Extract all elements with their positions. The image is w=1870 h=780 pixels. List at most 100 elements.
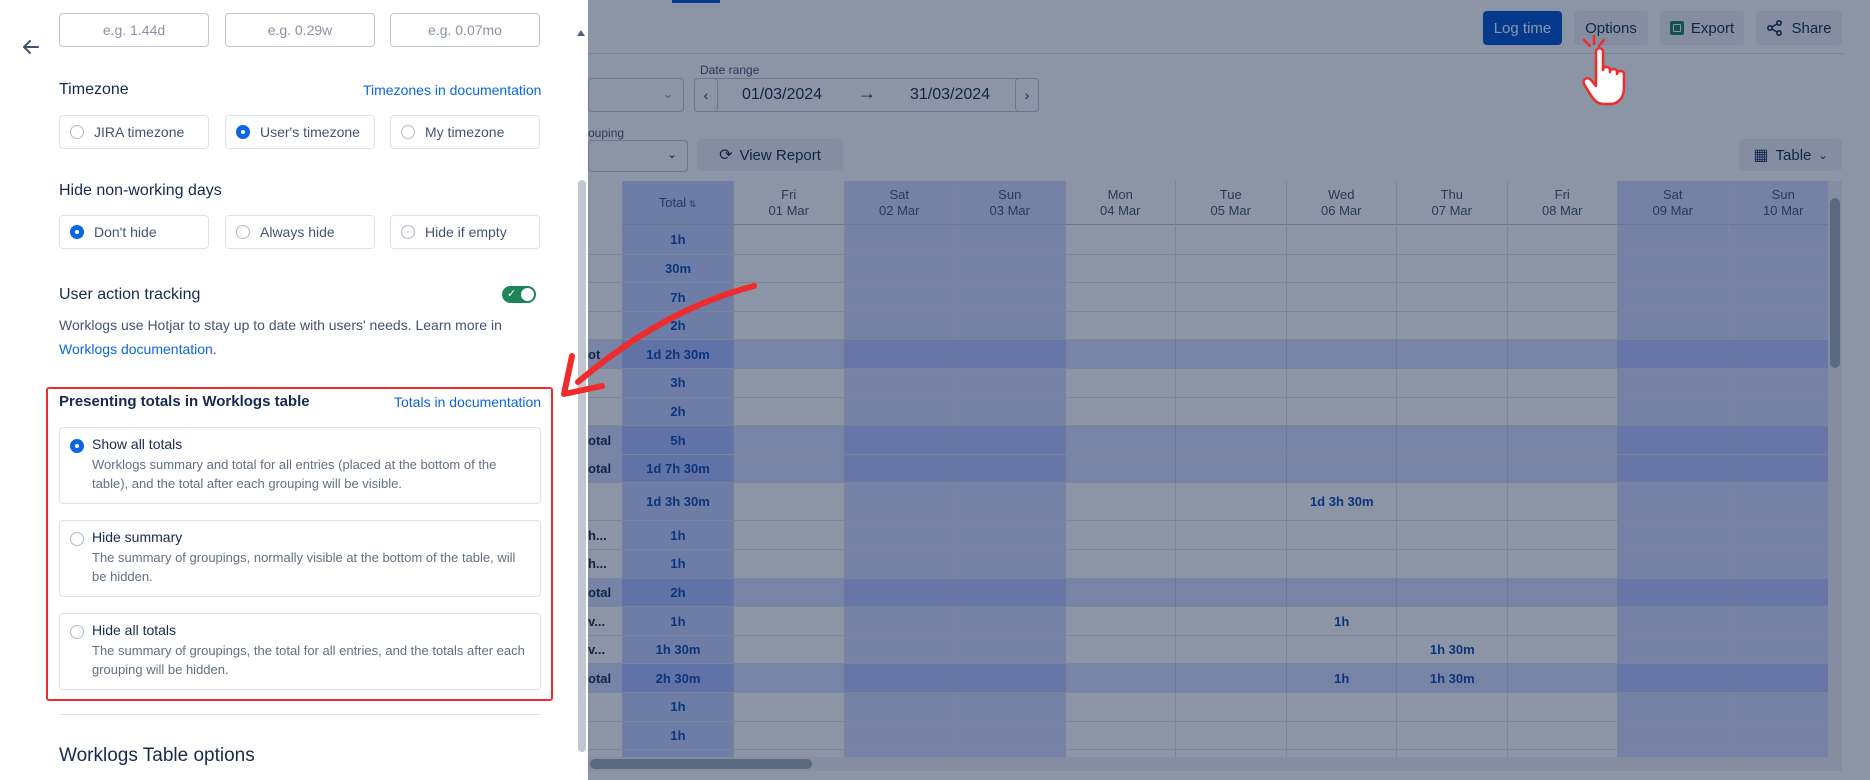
timezone-doc-link[interactable]: Timezones in documentation: [363, 82, 541, 98]
tracking-toggle[interactable]: ✓: [502, 286, 536, 303]
total-row: [588, 454, 1828, 484]
tracking-description: Worklogs use Hotjar to stay up to date w…: [59, 313, 539, 361]
day-column-header[interactable]: Sat 02 Mar: [844, 181, 954, 225]
grouping-select[interactable]: ⌄: [588, 140, 688, 172]
arrow-left-icon[interactable]: [18, 34, 44, 60]
worklogs-doc-link[interactable]: Worklogs documentation: [59, 341, 213, 357]
radio-option[interactable]: My timezone: [390, 115, 540, 149]
table-row: [588, 283, 1828, 312]
sheet-icon: [1669, 21, 1684, 35]
day-column-header[interactable]: Wed 06 Mar: [1286, 181, 1396, 225]
pointer-hand-icon: [1582, 34, 1626, 106]
day-cell: 1h 30m: [1429, 670, 1475, 686]
radio-empty-icon[interactable]: [70, 625, 84, 639]
radio-empty-icon[interactable]: [401, 225, 415, 239]
duration-months-input[interactable]: e.g. 0.07mo: [390, 13, 540, 47]
radio-selected-icon[interactable]: [70, 225, 84, 239]
placeholder-text: e.g. 0.07mo: [428, 22, 502, 38]
table-row: [588, 722, 1828, 751]
placeholder-text: e.g. 0.29w: [267, 22, 333, 38]
timezone-title: Timezone: [59, 81, 129, 98]
row-total-cell: 1d 3h 30m: [646, 494, 710, 510]
scroll-up-arrow-icon[interactable]: [577, 30, 585, 36]
day-column-header[interactable]: Sat 09 Mar: [1618, 181, 1728, 225]
weekday-label: Fri: [781, 187, 797, 202]
chevron-right-icon: ›: [1024, 87, 1030, 103]
date-label: 04 Mar: [1100, 203, 1141, 218]
totals-option-description: The summary of groupings, the total for …: [92, 643, 525, 677]
day-column-header[interactable]: Sun 03 Mar: [955, 181, 1065, 225]
tracking-title: User action tracking: [59, 286, 201, 303]
totals-option-card[interactable]: Hide summary The summary of groupings, no…: [59, 520, 541, 597]
horizontal-scroll-thumb[interactable]: [590, 759, 812, 769]
day-column-header[interactable]: Fri 08 Mar: [1507, 181, 1617, 225]
weekday-label: Fri: [1554, 187, 1570, 202]
duration-weeks-input[interactable]: e.g. 0.29w: [225, 13, 375, 47]
day-cell: 1h: [1334, 670, 1350, 686]
filter-select[interactable]: ⌄: [588, 78, 684, 112]
date-label: 10 Mar: [1763, 203, 1804, 218]
day-column-header[interactable]: Tue 05 Mar: [1176, 181, 1286, 225]
tracking-desc-text: Worklogs use Hotjar to stay up to date w…: [59, 317, 502, 333]
radio-label: Always hide: [260, 224, 335, 240]
row-label: otal: [588, 584, 612, 600]
day-column-header[interactable]: Thu 07 Mar: [1397, 181, 1507, 225]
duration-days-input[interactable]: e.g. 1.44d: [59, 13, 209, 47]
weekday-label: Thu: [1440, 187, 1463, 202]
date-label: 06 Mar: [1321, 203, 1362, 218]
totals-doc-link[interactable]: Totals in documentation: [394, 394, 541, 410]
row-total-cell: 1h: [670, 527, 686, 543]
radio-selected-icon[interactable]: [70, 439, 84, 453]
date-label: 09 Mar: [1652, 203, 1693, 218]
radio-empty-icon[interactable]: [70, 532, 84, 546]
day-column-header[interactable]: Fri 01 Mar: [734, 181, 844, 225]
date-to-value[interactable]: 31/03/2024: [910, 86, 990, 104]
vertical-scroll-thumb[interactable]: [1830, 198, 1840, 368]
export-button[interactable]: Export: [1660, 11, 1744, 45]
radio-option[interactable]: Hide if empty: [390, 215, 540, 249]
radio-empty-icon[interactable]: [401, 125, 415, 139]
totals-option-card[interactable]: Show all totals Worklogs summary and tota…: [59, 427, 541, 504]
row-label: v...: [588, 613, 606, 629]
radio-selected-icon[interactable]: [236, 125, 250, 139]
view-report-button[interactable]: ⟳ View Report: [697, 139, 843, 171]
table-row: [588, 369, 1828, 398]
day-column-header[interactable]: Sun 10 Mar: [1728, 181, 1828, 225]
totals-option-description: Worklogs summary and total for all entri…: [92, 457, 497, 491]
totals-option-description: The summary of groupings, normally visib…: [92, 550, 516, 584]
row-total-cell: 1h: [670, 232, 686, 248]
table-row: [588, 521, 1828, 550]
weekday-label: Tue: [1219, 187, 1242, 202]
radio-empty-icon[interactable]: [70, 125, 84, 139]
radio-option[interactable]: User's timezone: [225, 115, 375, 149]
share-icon: [1767, 19, 1783, 37]
row-label: h...: [588, 556, 607, 572]
prev-range-button[interactable]: ‹: [694, 78, 718, 112]
log-time-button[interactable]: Log time: [1483, 11, 1562, 45]
weekday-label: Sat: [889, 187, 909, 202]
date-from-value[interactable]: 01/03/2024: [742, 86, 822, 104]
total-header-label: Total: [658, 195, 687, 210]
day-column-header[interactable]: Mon 04 Mar: [1065, 181, 1175, 225]
next-range-button[interactable]: ›: [1015, 78, 1039, 112]
radio-empty-icon[interactable]: [236, 225, 250, 239]
radio-option[interactable]: JIRA timezone: [59, 115, 209, 149]
date-label: 07 Mar: [1431, 203, 1472, 218]
total-column-header[interactable]: Total ⇅: [622, 181, 733, 225]
totals-option-card[interactable]: Hide all totals The summary of groupings,…: [59, 613, 541, 690]
weekday-label: Sat: [1662, 187, 1683, 202]
share-label: Share: [1791, 19, 1832, 37]
panel-scroll-thumb[interactable]: [578, 180, 586, 752]
totals-title: Presenting totals in Worklogs table: [59, 393, 310, 410]
share-button[interactable]: Share: [1756, 11, 1842, 45]
annotation-arrow-icon: [561, 283, 757, 397]
total-row: [588, 340, 1828, 369]
radio-option[interactable]: Don't hide: [59, 215, 209, 249]
toggle-knob: [521, 288, 534, 301]
total-row: [588, 426, 1828, 455]
chevron-down-icon: ⌄: [662, 87, 673, 101]
radio-option[interactable]: Always hide: [225, 215, 375, 249]
worklogs-table: Total ⇅ Fri 01 Mar Sat 02 Mar Sun 03 Mar Mon 04 …: [588, 181, 1828, 757]
view-mode-select[interactable]: ▦ Table ⌄: [1739, 139, 1842, 171]
check-icon: ✓: [507, 288, 517, 300]
